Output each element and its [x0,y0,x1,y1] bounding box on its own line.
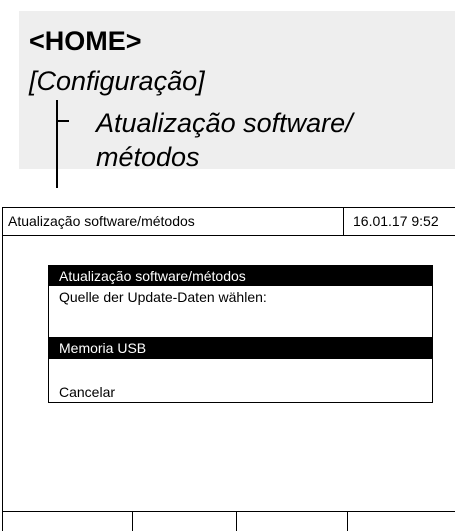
screen-title: Atualização software/métodos [8,213,195,229]
tree-connector-horizontal [56,120,69,122]
nav-menu-label: [Configuração] [29,66,205,96]
option-usb-memory[interactable]: Memoria USB [49,337,432,359]
title-bar: Atualização software/métodos 16.01.17 9:… [3,208,455,236]
softkey-2[interactable] [133,512,237,531]
device-screen: Atualização software/métodos 16.01.17 9:… [2,207,455,531]
navigation-path-panel: <HOME> [Configuração] Atualização softwa… [19,11,455,188]
softkey-3[interactable] [237,512,348,531]
nav-home-label: <HOME> [29,26,142,56]
nav-item-label: Atualização software/ métodos [96,108,353,172]
option-cancel[interactable]: Cancelar [49,382,432,402]
tree-connector-vertical [56,100,58,188]
dialog-prompt: Quelle der Update-Daten wählen: [59,289,267,305]
update-source-dialog: Atualização software/métodos Quelle der … [48,265,433,403]
softkey-1[interactable] [3,512,133,531]
softkey-bar [3,511,455,531]
datetime-display: 16.01.17 9:52 [353,213,439,229]
dialog-header: Atualização software/métodos [49,266,432,286]
title-divider [343,208,344,235]
softkey-4[interactable] [348,512,455,531]
